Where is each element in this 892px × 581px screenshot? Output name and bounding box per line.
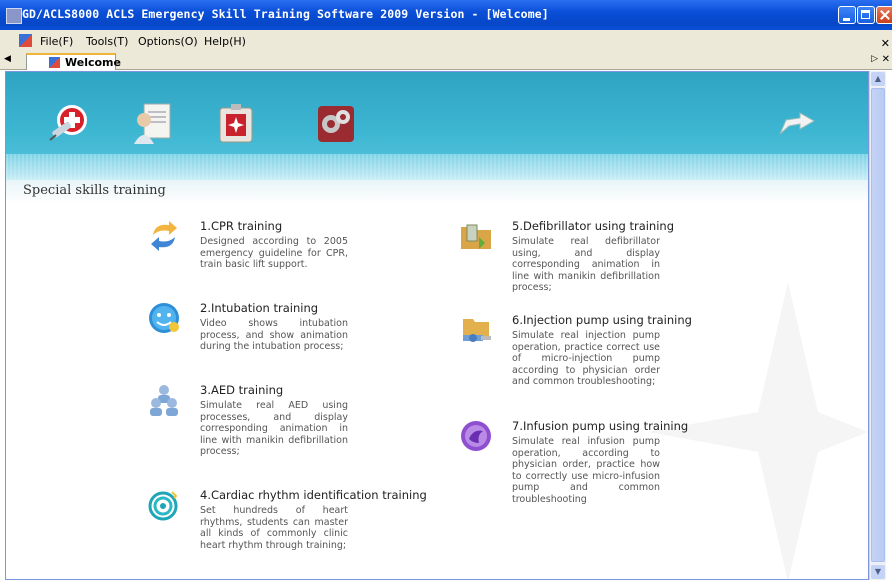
training-title: 1.CPR training: [200, 219, 283, 233]
training-title: 2.Intubation training: [200, 301, 319, 315]
window-title: GD/ACLS8000 ACLS Emergency Skill Trainin…: [22, 7, 549, 21]
minimize-button[interactable]: [838, 6, 856, 24]
training-item-injection-pump[interactable]: 6.Injection pump using training Simulate…: [459, 313, 692, 393]
tab-label: Welcome: [65, 56, 121, 69]
vertical-scrollbar[interactable]: ▲ ▼: [869, 71, 886, 580]
training-item-infusion-pump[interactable]: 7.Infusion pump using training Simulate …: [459, 419, 689, 519]
training-title: 4.Cardiac rhythm identification training: [200, 488, 427, 502]
app-icon: [6, 8, 22, 24]
injection-pump-icon: [463, 319, 491, 342]
window-titlebar: GD/ACLS8000 ACLS Emergency Skill Trainin…: [0, 0, 892, 30]
training-description: Designed according to 2005 emergency gui…: [200, 236, 348, 270]
menu-file[interactable]: File(F): [40, 35, 73, 48]
tab-bar: ◀ Welcome ▷ ✕: [0, 52, 892, 70]
training-title: 6.Injection pump using training: [512, 313, 692, 327]
section-title: Special skills training: [23, 183, 166, 198]
doctor-chart-icon[interactable]: [130, 100, 176, 146]
training-title: 7.Infusion pump using training: [512, 419, 689, 433]
scroll-thumb[interactable]: [871, 88, 885, 562]
maximize-button[interactable]: [857, 6, 875, 24]
menu-help[interactable]: Help(H): [204, 35, 246, 48]
defibrillator-folder-icon: [461, 224, 491, 249]
training-description: Simulate real AED using processes, and d…: [200, 400, 348, 457]
content-area: Special skills training 1.CPR training D…: [5, 71, 869, 580]
document-close-icon[interactable]: ✕: [881, 37, 890, 50]
training-title: 3.AED training: [200, 383, 284, 397]
blue-smiley-icon: [149, 303, 179, 333]
training-item-aed[interactable]: 3.AED training Simulate real AED using p…: [147, 383, 348, 463]
training-description: Set hundreds of heart rhythms, students …: [200, 505, 348, 551]
tab-welcome[interactable]: Welcome: [26, 53, 121, 70]
menu-options[interactable]: Options(O): [138, 35, 198, 48]
training-description: Simulate real injection pump operation, …: [512, 330, 660, 387]
document-icon[interactable]: [19, 34, 32, 47]
purple-orb-icon: [461, 421, 491, 451]
people-group-icon: [150, 385, 178, 416]
scroll-up-icon[interactable]: ▲: [871, 72, 885, 86]
gears-icon[interactable]: [312, 100, 358, 146]
training-item-defibrillator[interactable]: 5.Defibrillator using training Simulate …: [459, 219, 679, 299]
menu-tools[interactable]: Tools(T): [86, 35, 128, 48]
arrows-cycle-icon: [151, 221, 177, 251]
banner-pattern: [6, 154, 868, 180]
syringe-medical-icon[interactable]: [46, 100, 92, 146]
tab-scroll-right-icon[interactable]: ▷: [871, 54, 878, 64]
spiral-icon: [148, 491, 178, 521]
training-description: Video shows intubation process, and show…: [200, 318, 348, 352]
training-item-intubation[interactable]: 2.Intubation training Video shows intuba…: [147, 301, 348, 361]
training-title: 5.Defibrillator using training: [512, 219, 675, 233]
training-item-cardiac-rhythm[interactable]: 4.Cardiac rhythm identification training…: [147, 488, 427, 568]
welcome-tab-icon: [49, 57, 60, 68]
medical-kit-icon[interactable]: [212, 100, 258, 146]
training-description: Simulate real infusion pump operation, a…: [512, 436, 660, 505]
tab-close-icon[interactable]: ✕: [882, 54, 890, 65]
close-button[interactable]: [876, 6, 892, 24]
scroll-down-icon[interactable]: ▼: [871, 565, 885, 579]
training-description: Simulate real defibrillator using, and d…: [512, 236, 660, 293]
return-arrow-icon[interactable]: [776, 110, 818, 138]
menu-bar: File(F) Tools(T) Options(O) Help(H) ✕: [0, 30, 892, 52]
training-item-cpr[interactable]: 1.CPR training Designed according to 200…: [147, 219, 348, 279]
tab-scroll-left-icon[interactable]: ◀: [4, 54, 11, 64]
